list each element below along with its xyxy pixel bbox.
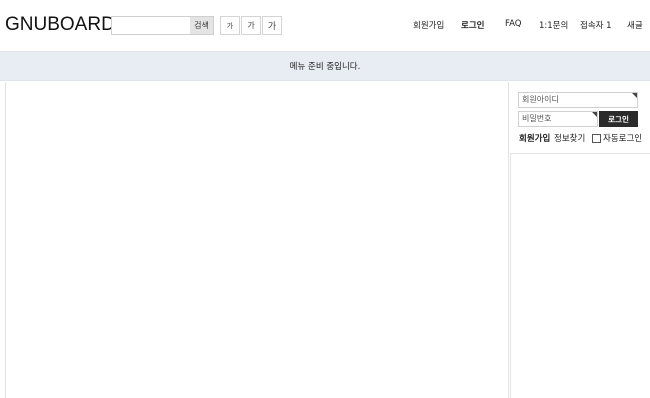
nav-login[interactable]: 로그인 [461,19,484,31]
nav-visitors[interactable]: 접속자 1 [580,19,612,31]
search-form: 검색 [111,16,214,35]
header: GNUBOARD5 검색 가 가 가 회원가입 로그인 FAQ 1:1문의 접속… [0,0,650,51]
member-id-placeholder: 회원아이디 [522,95,559,104]
font-size-small-button[interactable]: 가 [220,16,240,35]
search-input[interactable] [112,17,191,34]
nav-qa[interactable]: 1:1문의 [539,19,568,31]
nav-new-posts[interactable]: 새글 [627,19,643,31]
password-placeholder: 비밀번호 [522,114,552,123]
auto-login-label[interactable]: 자동로그인 [603,132,642,144]
search-button[interactable]: 검색 [190,17,213,34]
menu-notice-bar: 메뉴 준비 중입니다. [0,51,650,81]
password-field[interactable]: 비밀번호 [518,111,598,127]
sidebar-body [510,154,650,398]
nav-register[interactable]: 회원가입 [413,19,444,31]
font-size-large-button[interactable]: 가 [262,16,282,35]
nav-faq[interactable]: FAQ [505,19,521,29]
font-size-controls: 가 가 가 [220,16,283,35]
required-corner-icon [592,112,597,117]
register-link[interactable]: 회원가입 [519,132,550,144]
member-id-field[interactable]: 회원아이디 [518,92,638,108]
font-size-medium-button[interactable]: 가 [241,16,261,35]
main-content [5,82,509,398]
menu-notice-text: 메뉴 준비 중입니다. [289,62,361,72]
auto-login-checkbox[interactable] [592,134,601,143]
outlogin-box: 회원아이디 비밀번호 로그인 회원가입 정보찾기 자동로그인 [510,82,650,154]
required-corner-icon [632,93,637,98]
find-info-link[interactable]: 정보찾기 [554,132,585,144]
sidebar: 회원아이디 비밀번호 로그인 회원가입 정보찾기 자동로그인 [510,82,650,398]
login-button[interactable]: 로그인 [599,111,638,127]
site-logo[interactable]: GNUBOARD5 [5,14,125,36]
